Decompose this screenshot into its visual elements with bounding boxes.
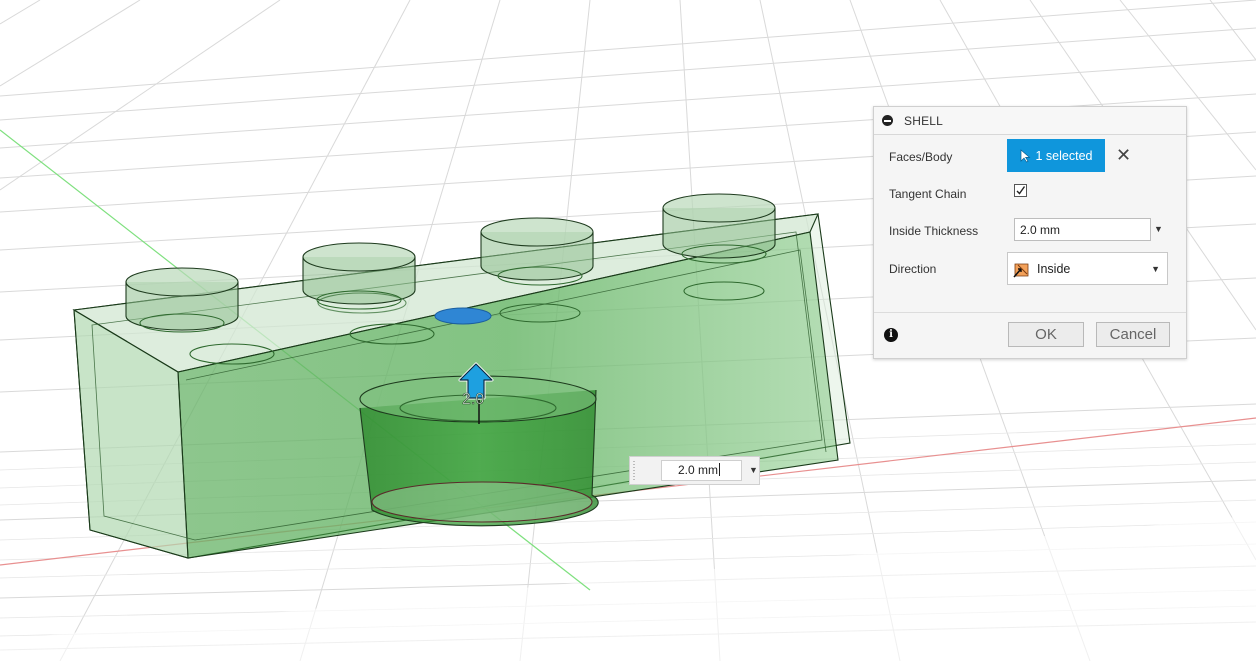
direction-value: Inside bbox=[1037, 262, 1071, 276]
collapse-icon[interactable] bbox=[882, 115, 893, 126]
canvas-thickness-input[interactable]: 2.0 mm ▼ bbox=[629, 456, 760, 485]
dialog-title: SHELL bbox=[904, 114, 944, 128]
chevron-down-icon[interactable]: ▼ bbox=[749, 465, 758, 475]
canvas-thickness-field[interactable]: 2.0 mm bbox=[661, 460, 742, 481]
clear-selection-icon[interactable]: ✕ bbox=[1116, 145, 1131, 165]
checkmark-icon bbox=[1016, 186, 1026, 195]
tangent-chain-checkbox[interactable] bbox=[1014, 184, 1027, 197]
info-icon[interactable]: i bbox=[884, 328, 898, 342]
inside-thickness-label: Inside Thickness bbox=[889, 224, 979, 238]
faces-body-label: Faces/Body bbox=[889, 150, 953, 164]
direction-label: Direction bbox=[889, 262, 937, 276]
stud-2 bbox=[302, 242, 416, 310]
shell-dialog: SHELL Faces/Body 1 selected ✕ Tangent Ch… bbox=[873, 106, 1187, 359]
drag-grip[interactable] bbox=[633, 461, 635, 480]
direction-dropdown[interactable]: Inside ▼ bbox=[1007, 252, 1168, 285]
cancel-button[interactable]: Cancel bbox=[1096, 322, 1170, 347]
shell-inside-icon bbox=[1013, 263, 1029, 278]
dialog-divider bbox=[874, 312, 1186, 313]
dialog-header: SHELL bbox=[874, 107, 1186, 135]
manipulator-label: 2.0 bbox=[462, 391, 484, 408]
ok-button[interactable]: OK bbox=[1008, 322, 1084, 347]
tangent-chain-label: Tangent Chain bbox=[889, 187, 967, 201]
stud-1 bbox=[125, 267, 239, 333]
cursor-arrow-icon bbox=[1020, 148, 1030, 162]
chevron-down-icon[interactable]: ▼ bbox=[1154, 224, 1163, 234]
selected-face bbox=[434, 307, 492, 325]
faces-body-value: 1 selected bbox=[1035, 148, 1093, 163]
faces-body-select-button[interactable]: 1 selected bbox=[1007, 139, 1105, 172]
inside-thickness-input[interactable] bbox=[1014, 218, 1151, 241]
chevron-down-icon: ▼ bbox=[1151, 264, 1160, 274]
